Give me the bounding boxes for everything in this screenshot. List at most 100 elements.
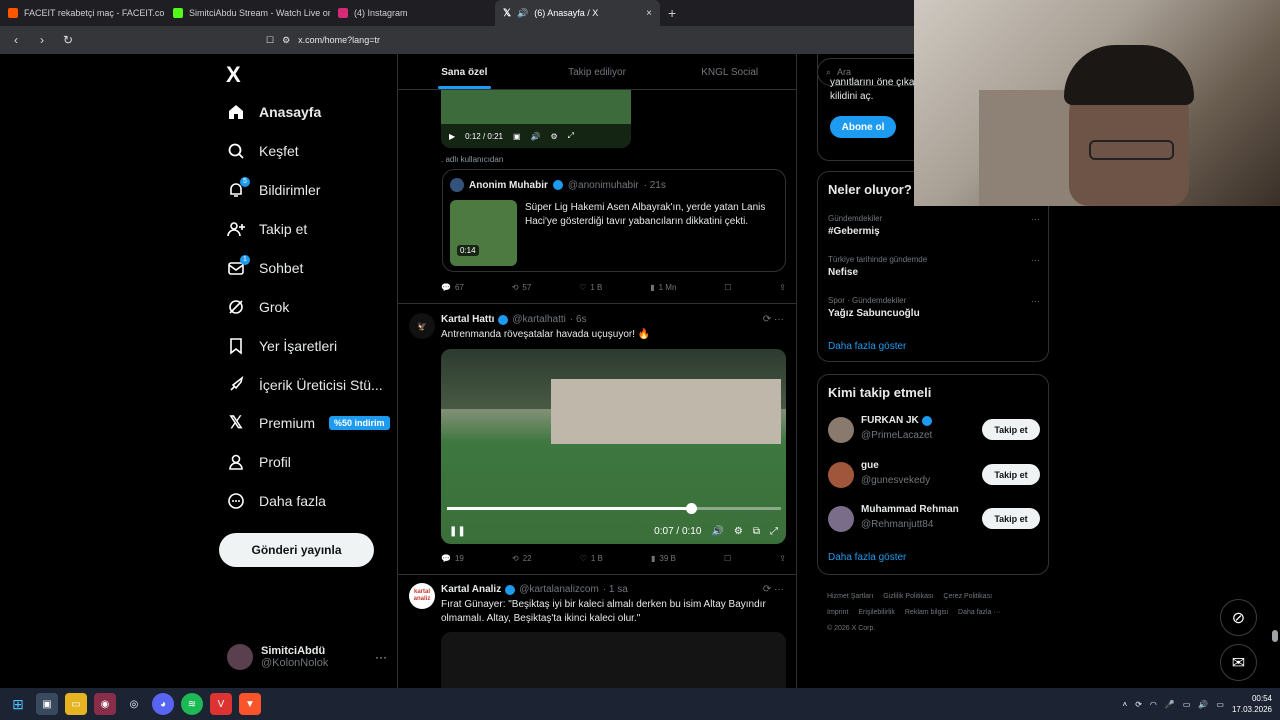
- volume-icon[interactable]: 🔊: [711, 526, 723, 537]
- forward-icon[interactable]: ›: [34, 33, 50, 47]
- new-tab-button[interactable]: +: [660, 5, 684, 21]
- grok-button[interactable]: ⊘: [1220, 599, 1257, 636]
- trend-item[interactable]: Spor · Gündemdekiler Yağız Sabuncuoğlu ·…: [828, 296, 1040, 319]
- more-icon[interactable]: ⟳ ···: [763, 584, 784, 595]
- scrollbar[interactable]: [1272, 630, 1278, 642]
- video-progress-bar[interactable]: [447, 503, 781, 514]
- folder-icon[interactable]: ▭: [65, 693, 87, 715]
- browser-tab-instagram[interactable]: (4) Instagram: [330, 0, 495, 26]
- reload-icon[interactable]: ↻: [60, 33, 76, 47]
- trend-item[interactable]: Türkiye tarihinde gündemde Nefise ···: [828, 255, 1040, 278]
- share-icon[interactable]: ⇪: [779, 283, 786, 292]
- sidebar-item-more[interactable]: Daha fazla: [227, 489, 326, 513]
- avatar[interactable]: 🦅: [409, 313, 435, 339]
- repost-button[interactable]: ⟲ 22: [512, 554, 532, 563]
- captions-icon[interactable]: ▣: [513, 132, 521, 141]
- chevron-up-icon[interactable]: ˄: [1123, 700, 1128, 709]
- post-button[interactable]: Gönderi yayınla: [219, 533, 374, 567]
- browser-tab-x[interactable]: 𝕏 🔊 (6) Anasayfa / X ×: [495, 0, 660, 26]
- display-icon[interactable]: ▭: [1183, 700, 1191, 709]
- sidebar-item-follow[interactable]: Takip et: [227, 217, 307, 241]
- spotify-icon[interactable]: ≋: [181, 693, 203, 715]
- fullscreen-icon[interactable]: ⤢: [568, 131, 574, 141]
- sidebar-item-bookmarks[interactable]: Yer İşaretleri: [227, 334, 337, 358]
- more-icon[interactable]: ···: [1031, 255, 1040, 265]
- clock[interactable]: 00:54 17.03.2026: [1232, 693, 1272, 715]
- settings-icon[interactable]: ⚙: [551, 132, 558, 141]
- footer-link[interactable]: Erişilebilirlik: [858, 609, 895, 616]
- quoted-tweet[interactable]: Anonim Muhabir @anonimuhabir · 21s 0:14 …: [442, 169, 786, 272]
- follow-button[interactable]: Takip et: [982, 419, 1040, 440]
- bookmark-icon[interactable]: ☐: [724, 554, 731, 563]
- tweet-author-handle[interactable]: @kartalhatti: [512, 314, 566, 325]
- follow-button[interactable]: Takip et: [982, 508, 1040, 529]
- reply-button[interactable]: 💬 67: [441, 283, 464, 292]
- speaker-icon[interactable]: 🔊: [1198, 700, 1208, 709]
- like-button[interactable]: ♡ 1 B: [579, 283, 602, 292]
- sidebar-item-home[interactable]: Anasayfa: [227, 100, 321, 124]
- browser-tab-faceit[interactable]: FACEIT rekabetçi maç - FACEIT.com: [0, 0, 165, 26]
- bookmark-star-icon[interactable]: ☐: [266, 35, 274, 46]
- more-icon[interactable]: ⟳ ···: [763, 314, 784, 325]
- more-icon[interactable]: ···: [375, 650, 387, 664]
- reply-button[interactable]: 💬 19: [441, 554, 464, 563]
- sidebar-item-explore[interactable]: Keşfet: [227, 139, 299, 163]
- tab-following[interactable]: Takip ediliyor: [531, 54, 664, 89]
- footer-link[interactable]: Çerez Politikası: [943, 593, 992, 600]
- footer-link[interactable]: Daha fazla ···: [958, 609, 1000, 616]
- brave-icon[interactable]: ▼: [239, 693, 261, 715]
- browser-tab-kick[interactable]: SimitciAbdu Stream - Watch Live on: [165, 0, 330, 26]
- footer-link[interactable]: Imprint: [827, 609, 848, 616]
- views-button[interactable]: ▮ 39 B: [651, 554, 676, 563]
- sidebar-item-notifications[interactable]: 5 Bildirimler: [227, 177, 320, 202]
- sidebar-item-premium[interactable]: 𝕏 Premium %50 indirim: [227, 411, 390, 435]
- microphone-icon[interactable]: 🎤: [1165, 700, 1175, 709]
- tweet-author-name[interactable]: Kartal Analiz: [441, 584, 501, 595]
- network-icon[interactable]: ⟳: [1135, 700, 1142, 709]
- tweet-author-name[interactable]: Kartal Hattı: [441, 314, 494, 325]
- more-icon[interactable]: ···: [1031, 296, 1040, 306]
- sidebar-item-profile[interactable]: Profil: [227, 450, 291, 474]
- pause-icon[interactable]: ❚❚: [449, 526, 466, 537]
- volume-icon[interactable]: 🔊: [531, 132, 541, 141]
- video-thumbnail[interactable]: [450, 200, 517, 266]
- more-icon[interactable]: ···: [1031, 214, 1040, 224]
- footer-link[interactable]: Hizmet Şartları: [827, 593, 873, 600]
- follow-suggestion[interactable]: Muhammad Rehman @Rehmanjutt84 Takip et: [828, 504, 1040, 534]
- avatar[interactable]: kartal analiz: [409, 583, 435, 609]
- show-more-trends-link[interactable]: Daha fazla göster: [828, 341, 906, 352]
- sidebar-item-grok[interactable]: Grok: [227, 295, 289, 319]
- back-icon[interactable]: ‹: [8, 33, 24, 47]
- follow-suggestion[interactable]: gue @gunesvekedy Takip et: [828, 460, 1040, 490]
- messages-button[interactable]: ✉: [1220, 644, 1257, 681]
- account-switcher[interactable]: SimitciAbdü @KolonNolok ···: [227, 644, 387, 670]
- play-icon[interactable]: ▶: [449, 132, 455, 141]
- battery-icon[interactable]: ▭: [1216, 700, 1224, 709]
- share-icon[interactable]: ⇪: [779, 554, 786, 563]
- tweet-author-handle[interactable]: @kartalanalizcom: [519, 584, 599, 595]
- site-info-icon[interactable]: ⚙: [282, 35, 290, 46]
- subscribe-button[interactable]: Abone ol: [830, 116, 896, 138]
- wifi-icon[interactable]: ◠: [1150, 700, 1157, 709]
- windows-start-icon[interactable]: ⊞: [7, 693, 29, 715]
- follow-button[interactable]: Takip et: [982, 464, 1040, 485]
- settings-icon[interactable]: ⚙: [734, 526, 743, 537]
- repost-button[interactable]: ⟲ 57: [512, 283, 532, 292]
- store-icon[interactable]: ▣: [36, 693, 58, 715]
- follow-suggestion[interactable]: FURKAN JK @PrimeLacazet Takip et: [828, 415, 1040, 445]
- tab-kngl-social[interactable]: KNGL Social: [663, 54, 796, 89]
- sidebar-item-messages[interactable]: 1 Sohbet: [227, 255, 303, 280]
- trend-item[interactable]: Gündemdekiler #Gebermiş ···: [828, 214, 1040, 237]
- like-button[interactable]: ♡ 1 B: [580, 554, 603, 563]
- close-icon[interactable]: ×: [646, 8, 652, 19]
- chrome-icon[interactable]: ◎: [123, 693, 145, 715]
- bookmark-icon[interactable]: ☐: [724, 283, 731, 292]
- video-player[interactable]: ❚❚ 0:07 / 0:10 🔊 ⚙ ⧉ ⤢: [441, 349, 786, 544]
- steam-icon[interactable]: ◉: [94, 693, 116, 715]
- footer-link[interactable]: Reklam bilgisi: [905, 609, 948, 616]
- views-button[interactable]: ▮ 1 Mn: [650, 283, 676, 292]
- footer-link[interactable]: Gizlilik Politikası: [883, 593, 933, 600]
- sidebar-item-creator-studio[interactable]: İçerik Üreticisi Stü...: [227, 373, 383, 397]
- video-player[interactable]: [441, 632, 786, 688]
- fullscreen-icon[interactable]: ⤢: [770, 526, 778, 537]
